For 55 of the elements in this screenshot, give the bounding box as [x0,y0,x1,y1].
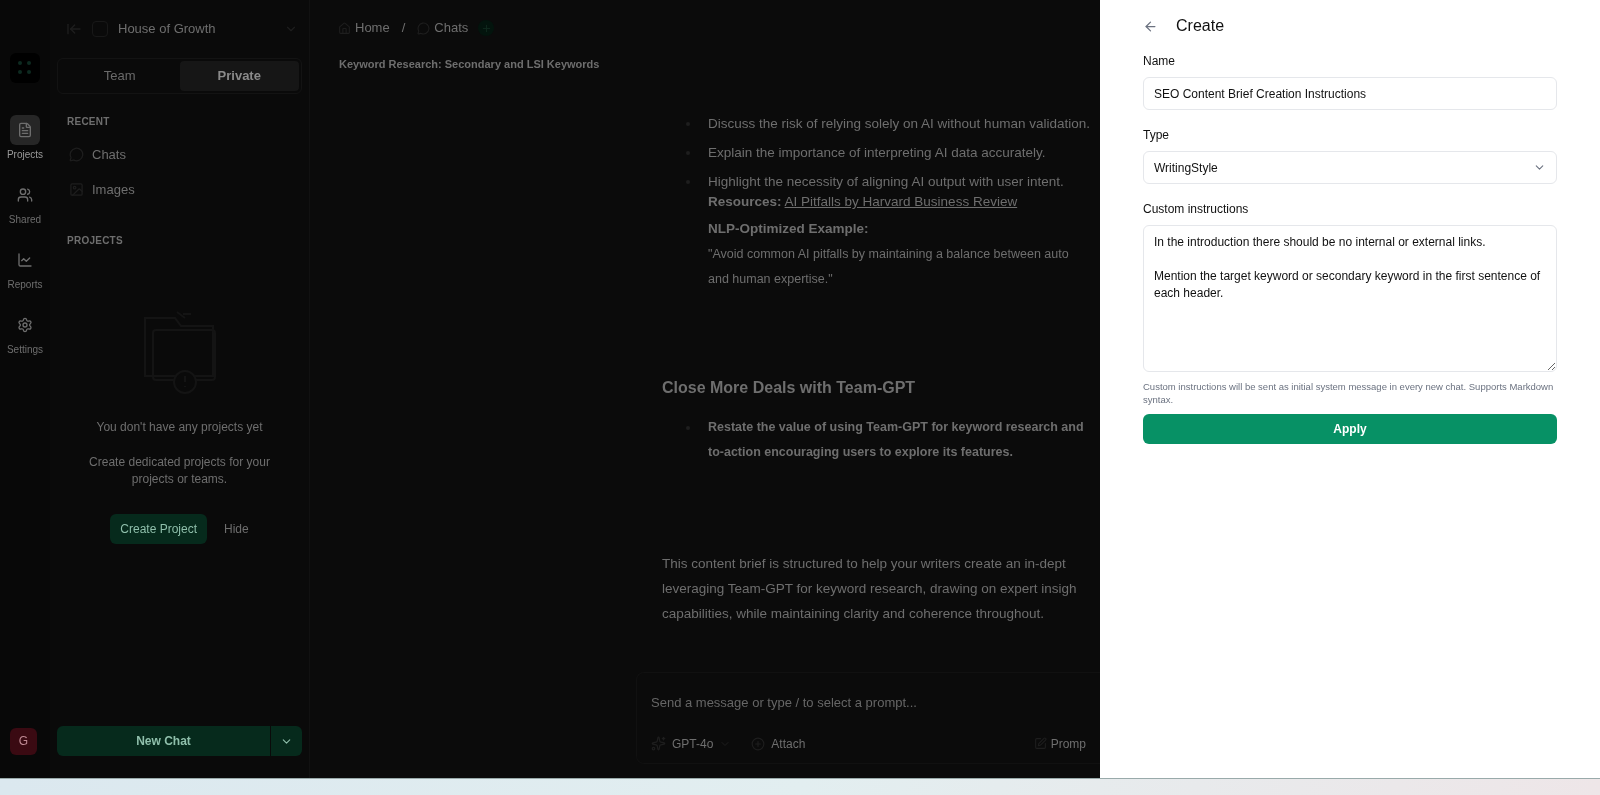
settings-icon [17,317,33,333]
quote-line: and human expertise." [708,270,834,288]
file-icon [17,122,33,138]
attach-button[interactable]: Attach [751,734,806,753]
user-avatar[interactable]: G [10,727,37,755]
bullet-text: Discuss the risk of relying solely on AI without human validation. [708,114,1090,133]
hide-button[interactable]: Hide [224,520,249,538]
message-input[interactable]: Send a message or type / to select a prompt... [651,693,1086,713]
users-icon [17,187,33,203]
instructions-textarea[interactable]: In the introduction there should be no internal or external links. Mention the target keyword or secondary keyword in the first sentence of each header. [1143,225,1557,372]
field-label: Type [1143,127,1170,144]
empty-state-title: You don't have any projects yet [96,419,263,436]
bullet-text: to-action encouraging users to explore its features. [708,444,1014,461]
bullet-text: Restate the value of using Team-GPT for keyword research and [708,419,1084,437]
drawer-title: Create [1176,16,1225,36]
prompts-button[interactable]: Promp [1033,734,1086,753]
create-project-button[interactable]: Create Project [110,514,207,544]
quote-line: "Avoid common AI pitfalls by maintaining a balance between auto [708,245,1070,263]
section-heading: Close More Deals with Team-GPT [662,378,917,399]
tab[interactable]: Team [60,61,180,91]
add-button[interactable] [478,20,495,36]
resource-line: Resources: AI Pitfalls by Harvard Business Review [708,193,1019,212]
new-chat-button[interactable]: New Chat [57,726,270,756]
breadcrumb-link[interactable]: Home [338,18,390,38]
chat-title: Keyword Research: Secondary and LSI Keywords [339,57,601,72]
field-label: Custom instructions [1143,201,1250,218]
workspace-name[interactable]: House of Growth [118,19,274,39]
resource-link[interactable]: AI Pitfalls by Harvard Business Review [784,194,1018,210]
type-select[interactable]: WritingStyle [1143,151,1557,184]
chart-icon [17,252,33,268]
breadcrumb-link[interactable]: Chats [417,18,469,38]
apply-button[interactable]: Apply [1143,414,1557,444]
new-chat-options-button[interactable] [271,726,302,756]
paragraph-line: This content brief is structured to help your writers create an in-dept [662,554,1067,573]
help-text: Custom instructions will be sent as initial system message in every new chat. Supports Markdown syntax. [1143,380,1555,406]
rail-item[interactable]: Reports [6,245,44,292]
name-input[interactable]: SEO Content Brief Creation Instructions [1143,77,1557,110]
rail-item[interactable]: Shared [6,180,44,227]
breadcrumb-separator: / [401,19,406,38]
bold-label: NLP-Optimized Example: [708,219,870,238]
model-selector[interactable]: GPT-4o [651,734,732,753]
bullet-text: Highlight the necessity of aligning AI output with user intent. [708,173,1064,191]
tab[interactable]: Private [179,61,299,91]
paragraph-line: capabilities, while maintaining clarity and coherence throughout. [662,605,1045,624]
nav-item[interactable]: Images [57,172,302,207]
bullet-text: Explain the importance of interpreting AI data accurately. [708,143,1046,162]
rail-item[interactable]: Settings [6,310,44,357]
field-label: Name [1143,53,1176,70]
section-heading: RECENT [67,115,111,129]
plus-icon [480,22,492,34]
nav-item[interactable]: Chats [57,137,302,172]
section-heading: PROJECTS [67,234,124,248]
paragraph-line: leveraging Team-GPT for keyword research, drawing on expert insigh [662,580,1078,598]
app-logo[interactable] [10,53,40,83]
empty-state-text: Create dedicated projects for your projects or teams. [88,454,271,488]
